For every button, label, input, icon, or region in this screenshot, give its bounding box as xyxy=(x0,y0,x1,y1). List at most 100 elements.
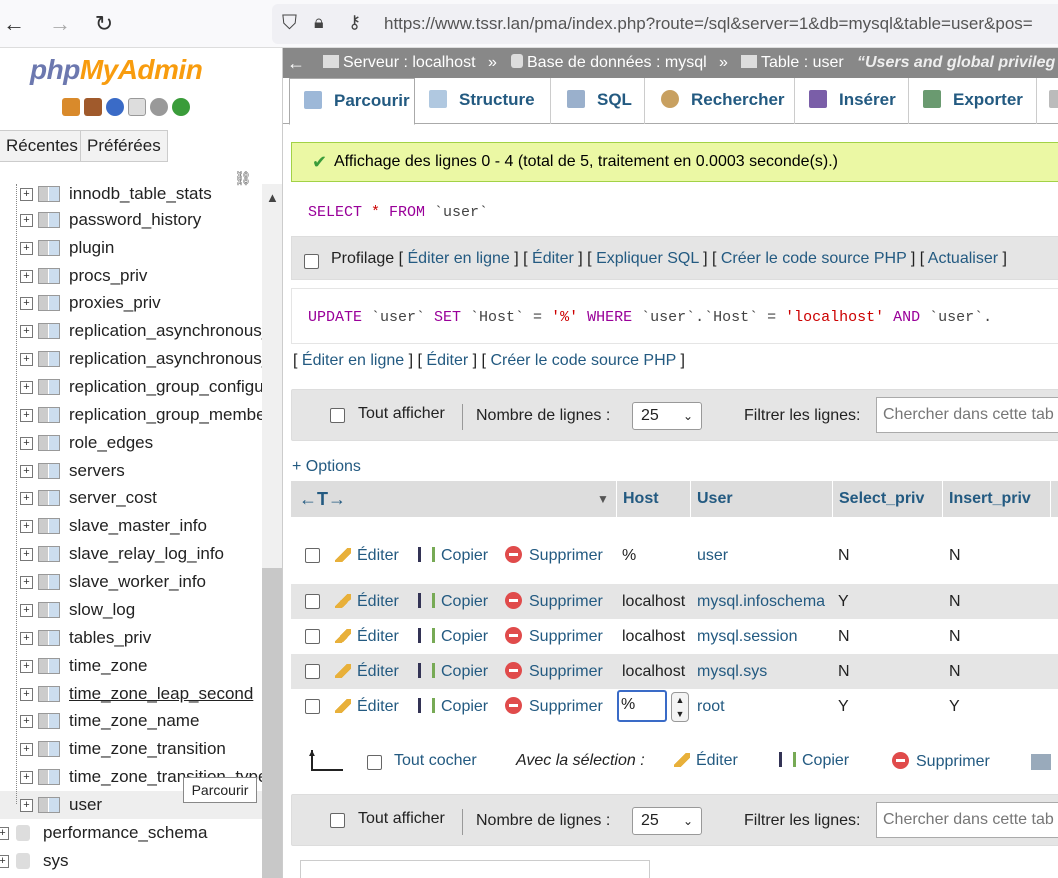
address-bar[interactable]: ⛉ 🔒︎ ⚷ https://www.tssr.lan/pma/index.ph… xyxy=(272,4,1058,44)
sidebar-table-label[interactable]: role_edges xyxy=(69,429,153,457)
column-insert-priv[interactable]: Insert_priv xyxy=(943,481,1051,517)
expand-icon[interactable]: + xyxy=(20,548,33,561)
expand-icon[interactable]: + xyxy=(20,632,33,645)
row-checkbox[interactable] xyxy=(305,628,320,644)
forward-arrow-icon[interactable]: → xyxy=(46,10,74,38)
show-all-checkbox[interactable] xyxy=(330,408,345,423)
rows-select-bottom[interactable]: 25 ⌄ xyxy=(632,807,702,835)
show-all-checkbox-bottom[interactable] xyxy=(330,813,345,828)
expand-icon[interactable]: + xyxy=(20,437,33,450)
expand-icon[interactable]: + xyxy=(20,465,33,478)
expand-icon[interactable]: + xyxy=(20,409,33,422)
expand-icon[interactable]: + xyxy=(20,771,33,784)
collapse-arrow-icon[interactable]: ← xyxy=(287,48,305,78)
tab-search[interactable]: Rechercher xyxy=(645,78,795,124)
filter-input-bottom[interactable]: Chercher dans cette tab xyxy=(876,802,1058,838)
sidebar-table-item[interactable]: + time_zone_transition xyxy=(0,735,262,763)
sidebar-table-item[interactable]: + proxies_priv xyxy=(0,289,262,317)
expand-icon[interactable]: + xyxy=(20,242,33,255)
inline-edit-link[interactable]: Éditer en ligne xyxy=(408,250,510,267)
row-checkbox[interactable] xyxy=(305,663,320,679)
expand-icon[interactable]: + xyxy=(20,214,33,227)
bulk-delete-button[interactable]: Supprimer xyxy=(892,752,990,771)
sidebar-database-item[interactable]: + sys xyxy=(0,847,262,875)
sidebar-table-item[interactable]: + slave_relay_log_info xyxy=(0,540,262,568)
sidebar-table-item[interactable]: + tables_priv xyxy=(0,624,262,652)
row-copy-button[interactable]: Copier xyxy=(418,584,488,619)
bulk-edit-button[interactable]: Éditer xyxy=(674,752,738,770)
row-copy-button[interactable]: Copier xyxy=(418,619,488,654)
row-checkbox[interactable] xyxy=(305,548,320,563)
docs-icon[interactable] xyxy=(128,98,146,116)
tab-more[interactable] xyxy=(1037,78,1058,124)
home-icon[interactable] xyxy=(62,98,80,116)
tab-structure[interactable]: Structure xyxy=(415,78,551,124)
sidebar-table-label[interactable]: slave_worker_info xyxy=(69,568,206,596)
sidebar-table-label[interactable]: server_cost xyxy=(69,484,157,512)
edit-link[interactable]: Éditer xyxy=(532,250,574,267)
row-checkbox[interactable] xyxy=(305,698,320,714)
sidebar-table-label[interactable]: innodb_table_stats xyxy=(69,180,212,208)
sidebar-table-label[interactable]: replication_asynchronous_ xyxy=(69,345,262,373)
sidebar-table-item[interactable]: + servers xyxy=(0,457,262,485)
scroll-up-icon[interactable]: ▲ xyxy=(266,190,279,205)
sidebar-table-label[interactable]: time_zone_leap_second xyxy=(69,680,253,708)
update-php-code-link[interactable]: Créer le code source PHP xyxy=(490,352,676,369)
sidebar-table-item[interactable]: + replication_group_configur xyxy=(0,373,262,401)
sidebar-table-item[interactable]: + time_zone xyxy=(0,652,262,680)
row-delete-button[interactable]: Supprimer xyxy=(505,528,603,584)
tab-sql[interactable]: SQL xyxy=(551,78,645,124)
tab-export[interactable]: Exporter xyxy=(909,78,1037,124)
rows-select[interactable]: 25 ⌄ xyxy=(632,402,702,430)
breadcrumb-database[interactable]: Base de données : mysql xyxy=(511,48,707,78)
sidebar-table-item[interactable]: + slave_worker_info xyxy=(0,568,262,596)
reload-icon[interactable]: ↻ xyxy=(90,10,118,38)
sidebar-table-label[interactable]: user xyxy=(69,791,102,819)
row-copy-button[interactable]: Copier xyxy=(418,528,488,584)
expand-icon[interactable]: + xyxy=(20,799,33,812)
sidebar-table-item[interactable]: + innodb_table_stats xyxy=(0,180,262,208)
sidebar-table-label[interactable]: slave_relay_log_info xyxy=(69,540,224,568)
sidebar-table-label[interactable]: replication_group_configur xyxy=(69,373,262,401)
php-code-link[interactable]: Créer le code source PHP xyxy=(721,250,907,267)
row-delete-button[interactable]: Supprimer xyxy=(505,654,603,689)
expand-icon[interactable]: + xyxy=(0,827,9,840)
expand-icon[interactable]: + xyxy=(0,855,9,868)
sidebar-table-label[interactable]: procs_priv xyxy=(69,262,147,290)
sidebar-table-item[interactable]: + role_edges xyxy=(0,429,262,457)
row-delete-button[interactable]: Supprimer xyxy=(505,619,603,654)
expand-icon[interactable]: + xyxy=(20,492,33,505)
expand-icon[interactable]: + xyxy=(20,188,33,201)
breadcrumb-table[interactable]: Table : user xyxy=(741,48,844,78)
row-checkbox[interactable] xyxy=(305,593,320,609)
sidebar-table-item[interactable]: + procs_priv xyxy=(0,262,262,290)
sidebar-table-label[interactable]: time_zone_name xyxy=(69,707,199,735)
update-edit-link[interactable]: Éditer xyxy=(426,352,468,369)
expand-icon[interactable]: + xyxy=(20,270,33,283)
sidebar-table-label[interactable]: proxies_priv xyxy=(69,289,161,317)
sidebar-table-label[interactable]: plugin xyxy=(69,234,114,262)
settings-icon[interactable] xyxy=(150,98,168,116)
update-inline-edit-link[interactable]: Éditer en ligne xyxy=(302,352,404,369)
sidebar-table-label[interactable]: tables_priv xyxy=(69,624,151,652)
expand-icon[interactable]: + xyxy=(20,660,33,673)
column-host[interactable]: Host xyxy=(617,481,691,517)
profiling-checkbox[interactable] xyxy=(304,254,319,269)
column-user[interactable]: User xyxy=(691,481,833,517)
row-delete-button[interactable]: Supprimer xyxy=(505,584,603,619)
recent-tables-button[interactable]: Récentes xyxy=(0,130,85,162)
filter-input[interactable]: Chercher dans cette tab xyxy=(876,397,1058,433)
sidebar-table-item[interactable]: + slave_master_info xyxy=(0,512,262,540)
back-arrow-icon[interactable]: ← xyxy=(0,10,28,38)
tab-browse[interactable]: Parcourir xyxy=(289,78,415,125)
sidebar-table-label[interactable]: servers xyxy=(69,457,125,485)
expand-icon[interactable]: + xyxy=(20,297,33,310)
expand-icon[interactable]: + xyxy=(20,604,33,617)
sidebar-table-label[interactable]: slave_master_info xyxy=(69,512,207,540)
phpmyadmin-logo[interactable]: phpMyAdmin xyxy=(30,54,203,86)
explain-link[interactable]: Expliquer SQL xyxy=(596,250,699,267)
check-all-checkbox[interactable] xyxy=(367,755,382,770)
sidebar-database-label[interactable]: sys xyxy=(43,847,69,875)
sidebar-table-item[interactable]: + slow_log xyxy=(0,596,262,624)
breadcrumb-server[interactable]: Serveur : localhost xyxy=(323,48,476,78)
